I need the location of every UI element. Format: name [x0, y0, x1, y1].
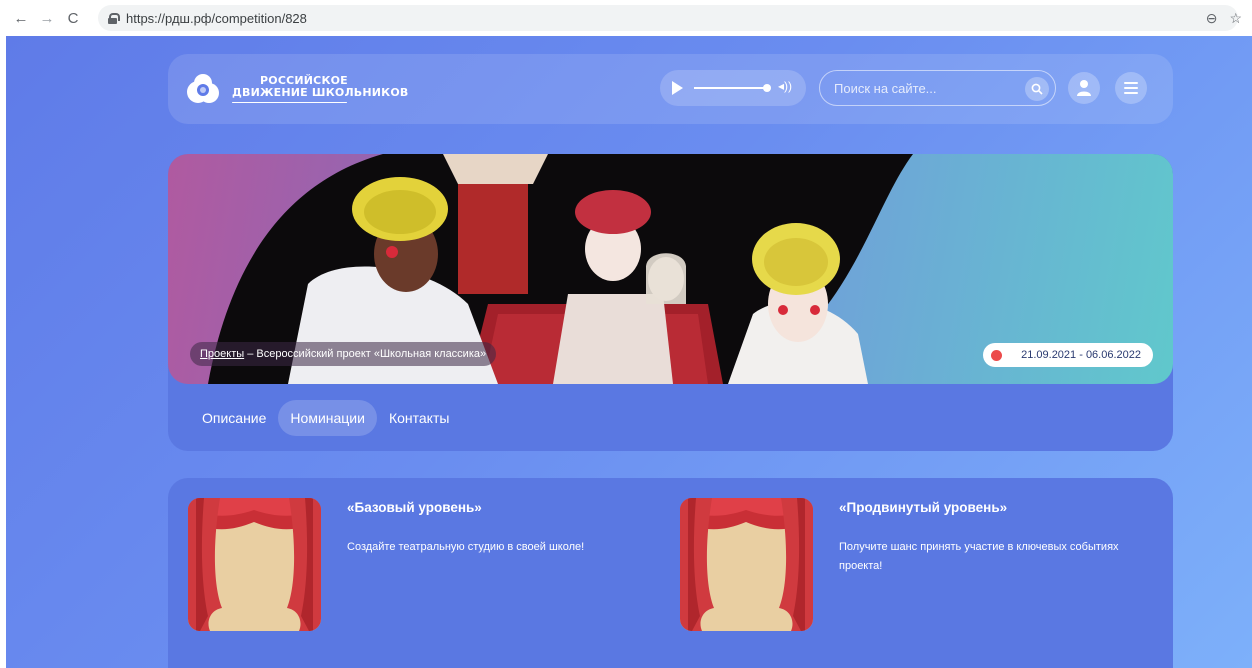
hamburger-menu-button[interactable] — [1115, 72, 1147, 104]
theatre-curtain-icon — [188, 498, 321, 631]
nomination-title: «Продвинутый уровень» — [839, 500, 1008, 515]
tab-description[interactable]: Описание — [190, 400, 278, 436]
bookmark-star-icon[interactable]: ☆ — [1229, 10, 1242, 27]
search-button[interactable] — [1025, 77, 1049, 101]
nomination-item[interactable]: «Продвинутый уровень» Получите шанс прин… — [680, 498, 1150, 638]
theatre-curtain-icon — [680, 498, 813, 631]
site-header: РОССИЙСКОЕ ДВИЖЕНИЕ ШКОЛЬНИКОВ ◂)) — [168, 54, 1173, 124]
hero-banner: Проекты – Всероссийский проект «Школьная… — [168, 154, 1173, 384]
breadcrumb-current: – Всероссийский проект «Школьная классик… — [244, 348, 487, 360]
audio-progress-track[interactable] — [694, 87, 766, 89]
search-input[interactable] — [834, 71, 1014, 105]
page: РОССИЙСКОЕ ДВИЖЕНИЕ ШКОЛЬНИКОВ ◂)) Поиск… — [6, 36, 1252, 668]
back-arrow-icon[interactable]: ← — [10, 7, 32, 29]
reload-icon[interactable]: C — [62, 7, 84, 29]
nomination-description: Создайте театральную студию в своей школ… — [347, 541, 585, 553]
tab-contacts[interactable]: Контакты — [377, 400, 461, 436]
menu-line-icon — [1124, 92, 1138, 94]
nominations-section: «Базовый уровень» Создайте театральную с… — [168, 478, 1173, 668]
breadcrumb: Проекты – Всероссийский проект «Школьная… — [190, 342, 497, 366]
project-hero-card: Проекты – Всероссийский проект «Школьная… — [168, 154, 1173, 451]
menu-line-icon — [1124, 87, 1138, 89]
address-bar[interactable]: https://рдш.рф/competition/828 — [98, 5, 1238, 31]
play-icon[interactable] — [672, 81, 683, 95]
nomination-item[interactable]: «Базовый уровень» Создайте театральную с… — [188, 498, 658, 638]
browser-toolbar: ← → C https://рдш.рф/competition/828 ⊖ ☆ — [0, 0, 1252, 36]
tab-nominations[interactable]: Номинации — [278, 400, 377, 436]
nomination-title: «Базовый уровень» — [347, 500, 482, 515]
date-range: 21.09.2021 - 06.06.2022 — [1021, 349, 1141, 361]
date-badge: 21.09.2021 - 06.06.2022 — [983, 343, 1153, 367]
zoom-icon[interactable]: ⊖ — [1206, 10, 1218, 27]
audio-progress-handle[interactable] — [763, 84, 771, 92]
volume-icon[interactable]: ◂)) — [778, 79, 792, 93]
forward-arrow-icon[interactable]: → — [36, 7, 58, 29]
nomination-description: Получите шанс принять участие в ключевых… — [839, 541, 1119, 572]
audio-player: ◂)) — [660, 70, 806, 106]
url-text: https://рдш.рф/competition/828 — [126, 10, 307, 26]
curtain-image — [188, 498, 321, 631]
rdsh-logo-icon[interactable] — [186, 72, 220, 106]
user-icon — [1077, 80, 1091, 96]
status-dot-icon — [991, 349, 1003, 361]
logo-text[interactable]: РОССИЙСКОЕ ДВИЖЕНИЕ ШКОЛЬНИКОВ — [232, 75, 409, 99]
logo-line-2: ДВИЖЕНИЕ ШКОЛЬНИКОВ — [232, 86, 409, 99]
logo-underline — [232, 102, 347, 103]
menu-line-icon — [1124, 82, 1138, 84]
breadcrumb-link-projects[interactable]: Проекты — [200, 348, 244, 360]
lock-icon — [108, 12, 120, 24]
user-account-button[interactable] — [1068, 72, 1100, 104]
project-tabs: Описание Номинации Контакты — [190, 400, 461, 436]
search-icon — [1031, 83, 1043, 95]
curtain-image — [680, 498, 813, 631]
search-box — [819, 70, 1056, 106]
